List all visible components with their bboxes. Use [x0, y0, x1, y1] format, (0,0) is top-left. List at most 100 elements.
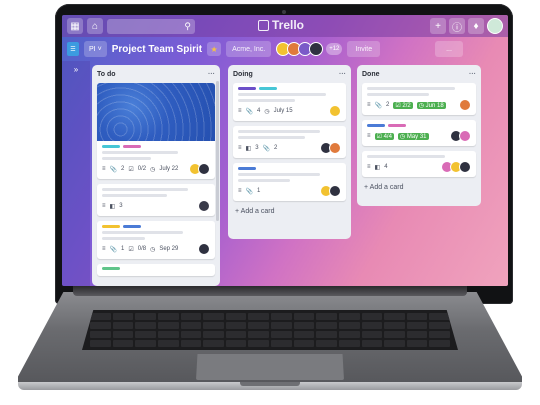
list-header: Done ···: [362, 69, 476, 79]
home-icon[interactable]: ⌂: [87, 18, 103, 34]
card-badges: ≡ 📎 2 ☑ 2/2 ◷ Jun 18: [367, 99, 471, 111]
search-input[interactable]: ⚲: [107, 18, 195, 34]
card-title-placeholder: [238, 99, 295, 102]
avatar: [329, 105, 341, 117]
list-menu-icon[interactable]: ···: [339, 71, 346, 78]
org-chip[interactable]: Acme, Inc.: [226, 41, 272, 57]
list-title[interactable]: Done: [362, 71, 380, 78]
workspace-selector[interactable]: PI ˅: [84, 41, 107, 57]
card[interactable]: [97, 264, 215, 276]
label-cyan: [259, 87, 277, 90]
trello-logo-icon: [258, 19, 269, 31]
workspace-badge[interactable]: ☰: [67, 42, 79, 56]
card-members: [189, 163, 210, 175]
card-badges: ≡ ◧ 3 📎 2: [238, 142, 341, 154]
expand-sidebar-icon[interactable]: »: [74, 65, 78, 74]
card-title-placeholder: [238, 136, 305, 139]
checklist-icon: ☑: [376, 133, 382, 140]
avatar: [198, 163, 210, 175]
card[interactable]: ≡ 📎 1 ☑ 0/8 ◷ Sep 29: [97, 221, 215, 259]
apps-grid-icon[interactable]: ▦: [67, 18, 83, 34]
laptop-scene: ▦ ⌂ ⚲ Trello + ⓘ ♦ ☰ PI ˅ Project Team S…: [0, 0, 540, 405]
card-badges: ≡ 📎 4 ◷ July 15: [238, 105, 341, 117]
checklist-icon: ☑: [128, 246, 134, 253]
card-title-placeholder: [102, 157, 151, 160]
attachment-count: 4: [257, 108, 261, 114]
card-title-placeholder: [238, 130, 321, 133]
trello-screen: ▦ ⌂ ⚲ Trello + ⓘ ♦ ☰ PI ˅ Project Team S…: [62, 15, 508, 286]
clock-icon: ◷: [418, 102, 424, 109]
board-members[interactable]: +12: [276, 42, 343, 56]
avatar: [459, 130, 471, 142]
card-labels: [102, 145, 210, 148]
attachment-icon: 📎: [374, 102, 382, 109]
card[interactable]: ≡ 📎 2 ☑ 2/2 ◷ Jun 18: [362, 83, 476, 115]
list-title[interactable]: To do: [97, 71, 116, 78]
checklist-icon: ☑: [128, 166, 134, 173]
add-card-button[interactable]: + Add a card: [362, 182, 476, 193]
description-icon: ≡: [367, 133, 371, 139]
bell-icon[interactable]: ♦: [468, 18, 484, 34]
checklist-count: 4/4: [383, 133, 392, 140]
checklist-count: 0/8: [137, 246, 147, 252]
list-todo: To do ··· ≡ 📎 2 ☑ 0/2 ◷ July 22 ≡ ◧ 3 ≡ …: [92, 65, 220, 286]
card[interactable]: ≡ 📎 2 ☑ 0/2 ◷ July 22: [97, 83, 215, 179]
search-icon: ⚲: [184, 20, 191, 31]
label-pink: [388, 124, 406, 127]
star-icon[interactable]: ★: [207, 42, 222, 56]
keyboard: [82, 310, 458, 350]
keyboard-keys: [90, 313, 450, 347]
card-labels: [102, 225, 210, 228]
attachment-icon: 📎: [262, 145, 271, 152]
list-menu-icon[interactable]: ···: [208, 71, 215, 78]
member-count-badge[interactable]: +12: [326, 43, 343, 55]
due-date: Sep 29: [159, 246, 179, 252]
list-title[interactable]: Doing: [233, 71, 253, 78]
avatar[interactable]: [309, 42, 324, 56]
checklist-count: 2/2: [402, 102, 411, 109]
card[interactable]: ≡ ☑ 4/4 ◷ May 31: [362, 120, 476, 146]
info-icon[interactable]: ⓘ: [449, 18, 465, 34]
top-right-actions: + ⓘ ♦: [430, 18, 503, 34]
card-title-placeholder: [367, 155, 445, 158]
list-doing: Doing ··· ≡ 📎 4 ◷ July 15 ≡ ◧ 3 📎 2 ≡ 📎 …: [228, 65, 351, 239]
avatar: [329, 142, 341, 154]
card-cover-image: [97, 83, 215, 141]
checklist-complete-badge: ☑ 2/2: [393, 101, 413, 109]
card-title-placeholder: [238, 93, 326, 96]
card[interactable]: ≡ 📎 4 ◷ July 15: [233, 83, 346, 121]
card-members: [320, 185, 341, 197]
comment-count: 4: [384, 164, 388, 170]
card-members: [441, 161, 471, 173]
trello-logo[interactable]: Trello: [258, 18, 304, 32]
card-members: [329, 105, 341, 117]
label-blue: [123, 225, 141, 228]
card[interactable]: ≡ 📎 1: [233, 163, 346, 201]
add-card-button[interactable]: + Add a card: [233, 206, 346, 217]
description-icon: ≡: [238, 108, 242, 114]
attachment-count: 2: [121, 166, 125, 172]
card-labels: [238, 167, 341, 170]
label-blue: [367, 124, 385, 127]
board-menu-button[interactable]: ...: [435, 41, 463, 57]
description-icon: ≡: [367, 102, 371, 108]
plus-icon[interactable]: +: [430, 18, 446, 34]
card-badges: ≡ ◧ 4: [367, 161, 471, 173]
comment-icon: ◧: [245, 145, 252, 152]
card-members: [198, 200, 210, 212]
invite-button[interactable]: Invite: [347, 41, 381, 57]
chevron-down-icon: ˅: [97, 45, 102, 53]
list-menu-icon[interactable]: ···: [469, 71, 476, 78]
board-title[interactable]: Project Team Spirit: [112, 44, 202, 55]
list-scrollbar[interactable]: [216, 81, 219, 221]
card[interactable]: ≡ ◧ 3 📎 2: [233, 126, 346, 158]
card[interactable]: ≡ ◧ 3: [97, 184, 215, 216]
clock-icon: ◷: [399, 133, 406, 140]
card-badges: ≡ 📎 2 ☑ 0/2 ◷ July 22: [102, 163, 210, 175]
attachment-icon: 📎: [245, 108, 253, 115]
card[interactable]: ≡ ◧ 4: [362, 151, 476, 177]
avatar: [329, 185, 341, 197]
clock-icon: ◷: [150, 246, 156, 253]
sidebar-collapsed[interactable]: »: [62, 61, 90, 286]
user-avatar[interactable]: [487, 18, 503, 34]
